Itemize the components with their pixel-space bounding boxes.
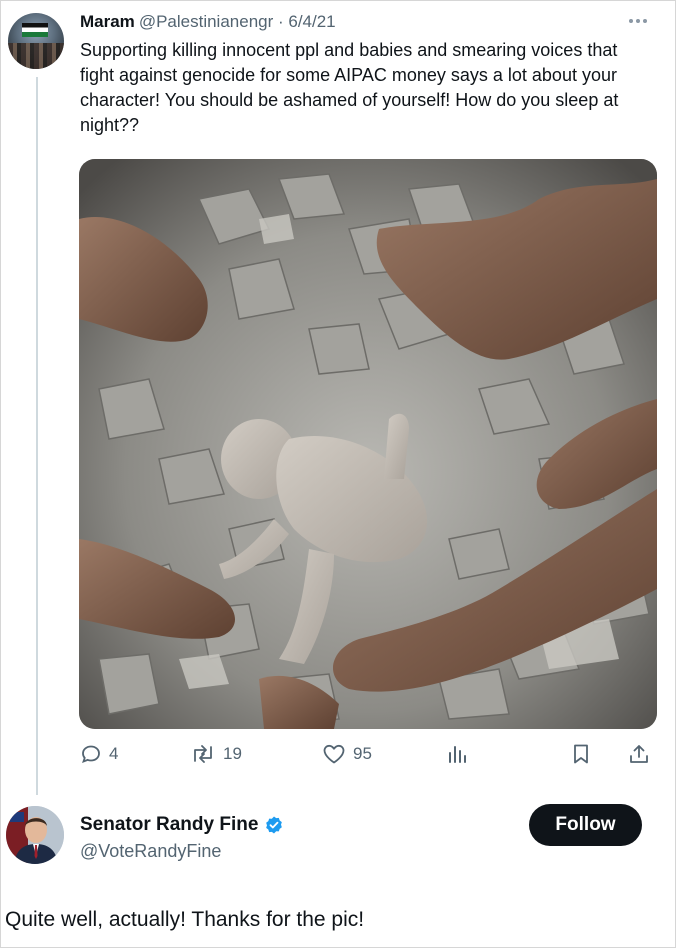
flag-graphic <box>22 23 48 37</box>
retweet-icon <box>194 745 212 763</box>
crowd-graphic <box>8 43 64 69</box>
author-handle-date[interactable]: @Palestinianengr · 6/4/21 <box>139 12 336 31</box>
analytics-icon <box>449 746 466 763</box>
bookmark-icon <box>574 744 588 764</box>
avatar[interactable] <box>6 806 64 864</box>
avatar[interactable] <box>8 13 64 69</box>
tweet1-text: Supporting killing innocent ppl and babi… <box>80 40 619 135</box>
author-name-row: Senator Randy Fine <box>80 813 284 837</box>
bookmark-button[interactable] <box>570 741 592 767</box>
like-count: 95 <box>353 744 372 763</box>
more-options-icon[interactable] <box>629 15 655 27</box>
reply-count: 4 <box>109 744 119 763</box>
retweet-count: 19 <box>223 744 242 763</box>
heart-icon <box>323 744 345 764</box>
tweet-media-image[interactable] <box>79 159 657 729</box>
share-button[interactable] <box>627 741 651 767</box>
reply-button[interactable]: 4 <box>79 741 118 767</box>
retweet-button[interactable]: 19 <box>189 741 242 767</box>
tweet1-header: Maram @Palestinianengr · 6/4/21 <box>80 11 336 33</box>
views-button[interactable] <box>445 741 469 767</box>
screenshot-frame: Maram @Palestinianengr · 6/4/21 Supportin… <box>0 0 676 948</box>
follow-button[interactable]: Follow <box>529 804 642 846</box>
like-button[interactable]: 95 <box>321 741 372 767</box>
reply-icon <box>82 745 100 764</box>
author-name[interactable]: Senator Randy Fine <box>80 813 258 837</box>
thread-connector-line <box>36 77 38 795</box>
verified-badge-icon <box>266 816 283 834</box>
tweet2-text: Quite well, actually! Thanks for the pic… <box>5 908 365 931</box>
author-name[interactable]: Maram <box>80 12 135 31</box>
share-icon <box>630 745 648 763</box>
author-handle[interactable]: @VoteRandyFine <box>80 839 221 863</box>
tweet-actions-bar: 4 19 95 <box>79 741 657 769</box>
